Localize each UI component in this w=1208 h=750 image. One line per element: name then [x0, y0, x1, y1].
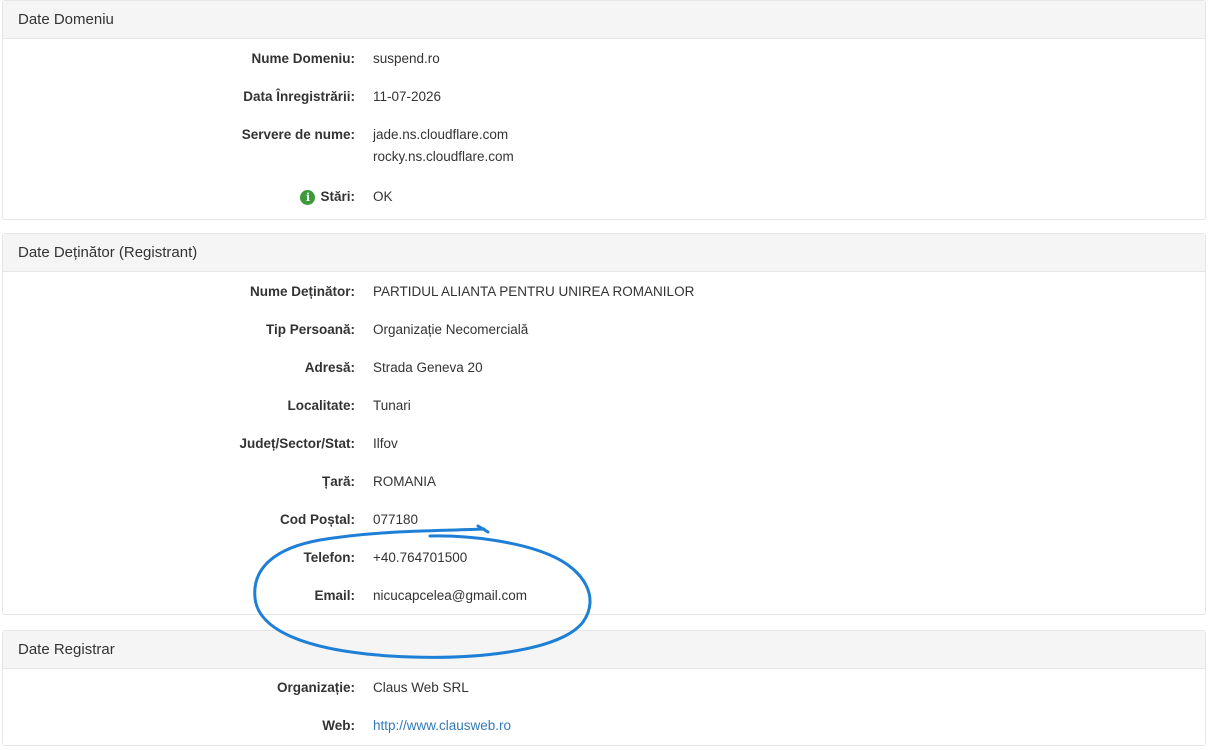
field-label: Email:: [314, 588, 355, 603]
field-label: Județ/Sector/Stat:: [239, 436, 355, 451]
field-value: 077180: [373, 512, 419, 527]
row-email: Email: nicucapcelea@gmail.com: [3, 585, 1205, 607]
field-value: ROMANIA: [373, 474, 437, 489]
field-value: Claus Web SRL: [373, 680, 469, 695]
nameserver-item: jade.ns.cloudflare.com: [373, 127, 509, 142]
nameserver-item: rocky.ns.cloudflare.com: [373, 149, 514, 164]
field-label: Nume Deținător:: [249, 284, 355, 299]
field-value: OK: [373, 189, 393, 204]
field-value: Organizație Necomercială: [373, 322, 529, 337]
field-label: Web:: [322, 718, 355, 733]
row-status: i Stări: OK: [3, 186, 1205, 208]
panel-title: Date Registrar: [18, 641, 115, 658]
row-person-type: Tip Persoană: Organizație Necomercială: [3, 319, 1205, 341]
field-value: 11-07-2026: [373, 89, 442, 104]
row-locality: Localitate: Tunari: [3, 395, 1205, 417]
row-postal-code: Cod Poștal: 077180: [3, 509, 1205, 531]
row-nameservers: Servere de nume: jade.ns.cloudflare.com …: [3, 124, 1205, 168]
row-domain-name: Nume Domeniu: suspend.ro: [3, 48, 1205, 70]
field-value: Tunari: [373, 398, 411, 413]
info-icon: i: [300, 189, 316, 205]
field-label: i Stări:: [300, 186, 355, 208]
row-address: Adresă: Strada Geneva 20: [3, 357, 1205, 379]
row-web: Web: http://www.clausweb.ro: [3, 715, 1205, 737]
field-value: nicucapcelea@gmail.com: [373, 588, 528, 603]
field-value: +40.764701500: [373, 550, 468, 565]
registrar-web-link[interactable]: http://www.clausweb.ro: [373, 718, 511, 733]
field-label: Țară:: [321, 474, 355, 489]
row-country: Țară: ROMANIA: [3, 471, 1205, 493]
field-label: Data Înregistrării:: [243, 89, 355, 104]
row-county: Județ/Sector/Stat: Ilfov: [3, 433, 1205, 455]
field-value: PARTIDUL ALIANTA PENTRU UNIREA ROMANILOR: [373, 284, 695, 299]
panel-heading: Date Deținător (Registrant): [3, 234, 1205, 272]
field-label: Cod Poștal:: [279, 512, 355, 527]
row-phone: Telefon: +40.764701500: [3, 547, 1205, 569]
field-label: Localitate:: [287, 398, 355, 413]
panel-heading: Date Registrar: [3, 631, 1205, 669]
field-value: Ilfov: [373, 436, 398, 451]
field-label: Tip Persoană:: [265, 322, 355, 337]
panel-heading: Date Domeniu: [3, 1, 1205, 39]
field-label: Telefon:: [303, 550, 356, 565]
field-label: Nume Domeniu:: [251, 51, 355, 66]
panel-title: Date Domeniu: [18, 11, 114, 28]
panel-title: Date Deținător (Registrant): [18, 244, 198, 261]
field-value: http://www.clausweb.ro: [373, 715, 511, 737]
domain-data-panel: Date Domeniu Nume Domeniu: suspend.ro Da…: [2, 0, 1206, 220]
field-label: Servere de nume:: [241, 127, 355, 142]
nameserver-list: jade.ns.cloudflare.com rocky.ns.cloudfla…: [373, 124, 514, 168]
row-organization: Organizație: Claus Web SRL: [3, 677, 1205, 699]
field-label: Adresă:: [304, 360, 355, 375]
whois-page: Date Domeniu Nume Domeniu: suspend.ro Da…: [0, 0, 1208, 750]
registrar-data-panel: Date Registrar Organizație: Claus Web SR…: [2, 630, 1206, 746]
registrant-data-panel: Date Deținător (Registrant) Nume Deținăt…: [2, 233, 1206, 615]
row-registration-date: Data Înregistrării: 11-07-2026: [3, 86, 1205, 108]
field-value: Strada Geneva 20: [373, 360, 483, 375]
field-value: suspend.ro: [373, 51, 440, 66]
field-label: Organizație:: [276, 680, 355, 695]
row-holder-name: Nume Deținător: PARTIDUL ALIANTA PENTRU …: [3, 281, 1205, 303]
